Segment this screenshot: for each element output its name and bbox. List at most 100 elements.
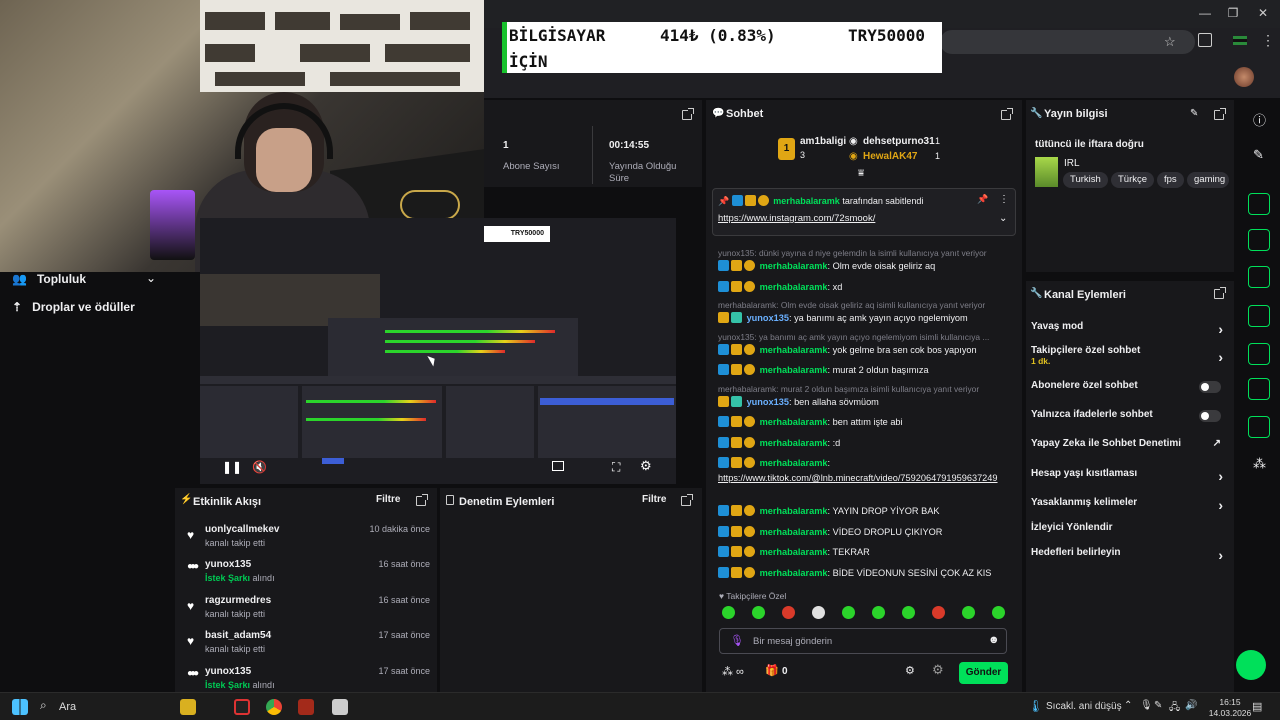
emote-icon[interactable]	[782, 606, 795, 619]
popout-icon[interactable]	[1214, 287, 1226, 299]
collapse-leaderboard-icon[interactable]: ⩸	[858, 168, 864, 179]
microphone-icon[interactable]: 🎙	[1140, 700, 1153, 711]
leaderboard-first-name[interactable]: am1baligi	[800, 136, 846, 147]
fullscreen-icon[interactable]: ⛶	[612, 460, 620, 475]
chat-username[interactable]: merhabalaramk	[760, 282, 828, 292]
popout-icon[interactable]	[1001, 108, 1013, 120]
leaderboard-second-name[interactable]: dehsetpurno31	[863, 136, 935, 147]
popout-icon[interactable]	[681, 494, 693, 506]
browser-menu-icon[interactable]: ⋮	[1261, 32, 1275, 49]
minimize-button[interactable]: —	[1190, 6, 1220, 20]
action-goals[interactable]: Hedefleri belirleyin ›	[1031, 547, 1229, 563]
layout-icon[interactable]	[1248, 378, 1270, 400]
extensions-icon[interactable]	[1198, 33, 1212, 47]
action-slow-mode[interactable]: Yavaş mod ›	[1031, 321, 1229, 337]
badge-settings-icon[interactable]: ⚙	[932, 662, 944, 678]
sidebar-item-community[interactable]: 👥 Topluluk	[12, 272, 86, 286]
chat-username[interactable]: merhabalaramk	[760, 547, 828, 557]
close-window-button[interactable]: ✕	[1248, 6, 1278, 20]
chat-username[interactable]: yunox135	[747, 397, 789, 407]
emote-icon[interactable]	[932, 606, 945, 619]
emote-icon[interactable]	[752, 606, 765, 619]
network-icon[interactable]: 🖧	[1169, 700, 1180, 717]
chat-username[interactable]: merhabalaramk	[760, 506, 828, 516]
popout-icon[interactable]	[682, 108, 694, 120]
extension-flag-icon[interactable]	[1233, 36, 1247, 45]
weather-status[interactable]: Sıcakl. ani düşüş	[1046, 701, 1122, 712]
chat-username[interactable]: merhabalaramk	[760, 568, 828, 578]
tag-chip[interactable]: Turkish	[1063, 172, 1108, 188]
chat-username[interactable]: merhabalaramk	[760, 458, 828, 468]
tag-chip[interactable]: Türkçe	[1111, 172, 1155, 188]
chevron-down-icon[interactable]: ⌄	[999, 213, 1007, 224]
send-button[interactable]: Gönder	[959, 662, 1008, 684]
action-followers-only[interactable]: Takipçilere özel sohbet 1 dk. ›	[1031, 345, 1229, 366]
bookmark-star-icon[interactable]: ☆	[1164, 34, 1176, 50]
activity-user[interactable]: ragzurmedres	[205, 595, 271, 606]
unpin-icon[interactable]: 📌	[977, 194, 988, 205]
clock[interactable]: 16:15 14.03.2026	[1208, 697, 1252, 719]
emote-icon[interactable]	[962, 606, 975, 619]
moderation-filter-button[interactable]: Filtre	[642, 494, 666, 505]
mute-icon[interactable]: 🔇	[252, 460, 267, 474]
chat-settings-icon[interactable]: ⚙	[905, 664, 915, 677]
search-icon[interactable]: ⌕	[40, 698, 47, 713]
chat-username[interactable]: merhabalaramk	[760, 345, 828, 355]
help-chat-button[interactable]	[1236, 650, 1266, 680]
stream-preview[interactable]: TRY50000 ❚❚ 🔇 ⛶ ⚙	[200, 218, 676, 484]
theater-mode-icon[interactable]	[552, 461, 564, 471]
popout-icon[interactable]	[1214, 108, 1226, 120]
pause-icon[interactable]: ❚❚	[222, 460, 242, 474]
sidebar-item-drops[interactable]: ⇡ Droplar ve ödüller	[12, 300, 135, 314]
settings-gear-icon[interactable]: ⚙	[640, 458, 652, 474]
action-account-age[interactable]: Hesap yaşı kısıtlaması ›	[1031, 468, 1229, 484]
chevron-up-icon[interactable]: ⌃	[1124, 700, 1132, 711]
maximize-button[interactable]: ❐	[1218, 6, 1248, 20]
activity-user[interactable]: yunox135	[205, 559, 251, 570]
action-subscribers-only[interactable]: Abonelere özel sohbet	[1031, 380, 1229, 393]
info-icon[interactable]: ⓘ	[1253, 110, 1266, 129]
obs-icon[interactable]	[234, 699, 250, 715]
chrome-icon[interactable]	[266, 699, 282, 715]
windows-start-icon[interactable]	[12, 699, 28, 715]
category-thumbnail[interactable]	[1035, 157, 1058, 187]
gift-icon[interactable]: 🎁	[765, 664, 779, 677]
activity-user[interactable]: uonlycallmekev	[205, 524, 279, 535]
tag-chip[interactable]: fps	[1157, 172, 1184, 188]
address-bar[interactable]	[940, 30, 1195, 54]
chat-username[interactable]: merhabalaramk	[760, 365, 828, 375]
pen-icon[interactable]: ✎	[1154, 700, 1162, 711]
action-banned-words[interactable]: Yasaklanmış kelimeler ›	[1031, 497, 1229, 513]
chat-bubble-icon[interactable]	[1248, 305, 1270, 327]
emote-icon[interactable]	[722, 606, 735, 619]
pinned-more-icon[interactable]: ⋮	[999, 194, 1009, 205]
chat-username[interactable]: merhabalaramk	[760, 527, 828, 537]
category-name[interactable]: IRL	[1064, 158, 1080, 169]
volume-icon[interactable]: 🔊	[1185, 700, 1197, 711]
leaderboard-third-name[interactable]: HewalAK47	[863, 151, 917, 162]
microphone-icon[interactable]: 🎙	[730, 634, 744, 647]
chat-username[interactable]: merhabalaramk	[760, 438, 828, 448]
notes-icon[interactable]	[1248, 266, 1270, 288]
taskbar-search-label[interactable]: Ara	[59, 701, 76, 713]
edit-pencil-icon[interactable]: ✎	[1190, 108, 1198, 119]
action-ai-moderation[interactable]: Yapay Zeka ile Sohbet Denetimi ↗	[1031, 438, 1229, 449]
broadcast-icon[interactable]	[1248, 343, 1270, 365]
notifications-icon[interactable]: ▤	[1252, 700, 1262, 713]
emote-icon[interactable]	[872, 606, 885, 619]
channel-points-icon[interactable]: ⁂ ∞	[722, 665, 744, 678]
activity-user[interactable]: yunox135	[205, 666, 251, 677]
activity-filter-button[interactable]: Filtre	[376, 494, 400, 505]
tools-icon[interactable]	[1248, 416, 1270, 438]
emote-icon[interactable]	[842, 606, 855, 619]
app-icon[interactable]	[298, 699, 314, 715]
chevron-down-icon[interactable]: ⌄	[146, 271, 156, 285]
emoji-icon[interactable]: ☻	[988, 634, 1000, 646]
subscribers-only-toggle[interactable]	[1199, 381, 1221, 393]
activity-user[interactable]: basit_adam54	[205, 630, 271, 641]
emote-only-toggle[interactable]	[1199, 410, 1221, 422]
calculator-icon[interactable]	[332, 699, 348, 715]
clip-icon[interactable]	[1248, 193, 1270, 215]
action-emote-only[interactable]: Yalnızca ifadelerle sohbet	[1031, 409, 1229, 422]
pinned-by-user[interactable]: merhabalaramk	[773, 196, 840, 206]
